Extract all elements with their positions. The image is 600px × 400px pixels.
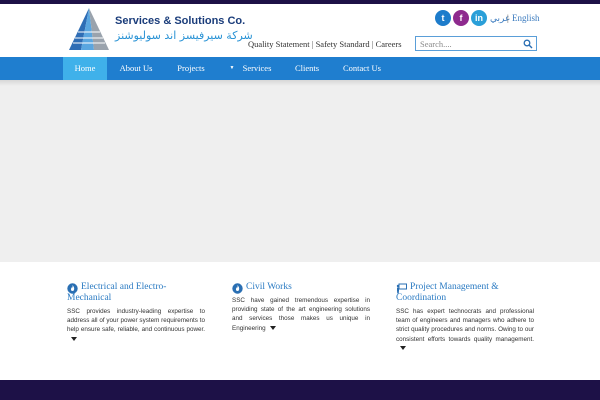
- nav-home[interactable]: Home: [63, 57, 107, 80]
- feature-header: Project Management & Coordination: [396, 282, 534, 304]
- nav-about-us[interactable]: About Us: [112, 57, 160, 80]
- facebook-icon[interactable]: f: [453, 10, 469, 26]
- top-links: Quality Statement | Safety Standard | Ca…: [248, 39, 402, 49]
- language-separator: |: [507, 13, 509, 23]
- more-arrow-icon[interactable]: [269, 325, 276, 330]
- feature-description: SSC has expert technocrats and professio…: [396, 308, 534, 343]
- footer: [0, 380, 600, 400]
- link-separator: |: [371, 39, 374, 49]
- careers-link[interactable]: Careers: [376, 39, 402, 49]
- nav-projects[interactable]: Projects: [168, 57, 214, 80]
- nav-services[interactable]: Services: [238, 57, 276, 80]
- quality-statement-link[interactable]: Quality Statement: [248, 39, 310, 49]
- link-separator: |: [311, 39, 314, 49]
- feature-text: SSC has expert technocrats and professio…: [396, 307, 534, 353]
- feature-title[interactable]: Project Management & Coordination: [396, 282, 534, 304]
- language-english-link[interactable]: English: [512, 13, 540, 23]
- feature-text: SSC provides industry-leading expertise …: [67, 307, 205, 344]
- linkedin-icon[interactable]: in: [471, 10, 487, 26]
- hero-shadow: [0, 80, 600, 86]
- nav-contact-us[interactable]: Contact Us: [337, 57, 387, 80]
- more-arrow-icon[interactable]: [400, 346, 406, 351]
- twitter-icon[interactable]: t: [435, 10, 451, 26]
- hero-slider: [0, 80, 600, 262]
- search-input[interactable]: [420, 38, 520, 50]
- company-logo[interactable]: [67, 6, 111, 52]
- company-name-ar: شركة سيرفيسز اند سوليوشنز: [115, 29, 253, 42]
- company-name-en: Services & Solutions Co.: [115, 15, 246, 27]
- feature-title[interactable]: Electrical and Electro-Mechanical: [67, 282, 205, 304]
- search-box: [415, 36, 537, 51]
- feature-project-management: Project Management & Coordination SSC ha…: [396, 282, 534, 353]
- feature-description: SSC have gained tremendous expertise in …: [232, 297, 370, 332]
- chevron-down-icon[interactable]: ▼: [226, 57, 238, 80]
- top-strip: [0, 0, 600, 4]
- main-nav: Home About Us Projects ▼ Services Client…: [0, 57, 600, 80]
- flame-icon: [67, 283, 78, 294]
- flame-icon: [232, 283, 243, 294]
- feature-title[interactable]: Civil Works: [232, 282, 370, 293]
- feature-civil-works: Civil Works SSC have gained tremendous e…: [232, 282, 370, 333]
- feature-electrical: Electrical and Electro-Mechanical SSC pr…: [67, 282, 205, 344]
- safety-standard-link[interactable]: Safety Standard: [316, 39, 370, 49]
- presentation-icon: [396, 283, 407, 294]
- more-arrow-icon[interactable]: [71, 336, 77, 341]
- feature-text: SSC have gained tremendous expertise in …: [232, 296, 370, 333]
- feature-header: Civil Works: [232, 282, 370, 294]
- nav-clients[interactable]: Clients: [288, 57, 326, 80]
- feature-description: SSC provides industry-leading expertise …: [67, 308, 205, 334]
- feature-header: Electrical and Electro-Mechanical: [67, 282, 205, 304]
- search-icon[interactable]: [523, 39, 533, 49]
